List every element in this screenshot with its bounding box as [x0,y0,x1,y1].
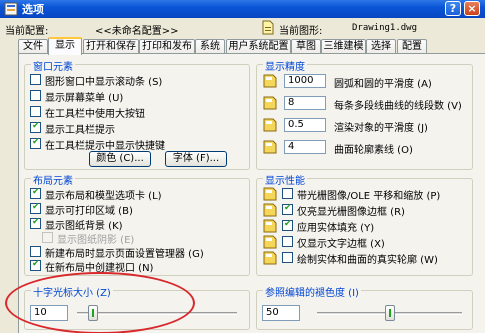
render-smoothness-label: 渲染对象的平滑度 (J) [334,123,428,134]
arc-smoothness-label: 圆弧和圆的平滑度 (A) [334,79,432,90]
checkbox-create-viewport[interactable] [30,259,41,271]
drawing-saved-setting-icon [263,74,277,88]
checkbox-page-setup-manager[interactable] [30,246,41,257]
tab-selection[interactable]: 选择 [366,39,396,54]
tab-system[interactable]: 系统 [195,39,225,54]
xref-fade-group: 参照编辑的褪色度 (I) 50 [256,284,473,330]
colors-button[interactable]: 颜色 (C)... [89,151,151,167]
label-text-boundary-frame: 仅显示文字边框 (X) [297,239,385,250]
crosshair-size-field[interactable]: 10 [30,305,68,321]
checkbox-tooltip-shortcuts[interactable] [30,137,41,149]
drawing-saved-setting-icon [263,96,277,110]
window-elements-title: 窗口元素 [31,58,75,73]
label-raster-ole-pan-zoom: 带光栅图像/OLE 平移和缩放 (P) [297,191,441,202]
tab-profiles[interactable]: 配置 [397,39,427,54]
contour-lines-field[interactable]: 4 [284,140,326,154]
display-resolution-group: 显示精度 1000 圆弧和圆的平滑度 (A) 8 每条多段线曲线的线段数 (V)… [256,58,473,170]
checkbox-raster-ole-pan-zoom[interactable] [282,188,293,199]
label-layout-model-tabs: 显示布局和模型选项卡 (L) [45,191,162,202]
label-apply-solid-fill: 应用实体填充 (Y) [297,223,375,234]
current-drawing-label: 当前图形: [279,26,323,37]
polyline-segments-label: 每条多段线曲线的线段数 (V) [334,101,462,112]
current-config-row: 当前配置: <<未命名配置>> 当前图形: Drawing1.dwg [0,18,485,38]
xref-fade-title: 参照编辑的褪色度 (I) [263,284,361,299]
crosshair-size-group: 十字光标大小 (Z) 10 [24,284,250,330]
display-performance-group: 显示性能 带光栅图像/OLE 平移和缩放 (P) 仅亮显光栅图像边框 (R) 应… [256,172,473,276]
label-tooltip-shortcuts: 在工具栏提示中显示快捷键 [45,141,165,152]
checkbox-text-boundary-frame[interactable] [282,236,293,247]
current-config-value: <<未命名配置>> [95,26,179,37]
display-resolution-title: 显示精度 [263,58,307,73]
render-smoothness-field[interactable]: 0.5 [284,118,326,132]
label-paper-background: 显示图纸背景 (K) [45,221,123,232]
polyline-segments-field[interactable]: 8 [284,96,326,110]
tab-display[interactable]: 显示 [48,37,82,55]
display-performance-title: 显示性能 [263,172,307,187]
checkbox-layout-model-tabs[interactable] [30,187,41,199]
checkbox-paper-shadow[interactable] [42,232,53,243]
current-drawing-value: Drawing1.dwg [352,23,418,33]
checkbox-printable-area[interactable] [30,202,41,214]
close-button[interactable]: × [464,1,480,16]
checkbox-large-buttons[interactable] [30,106,41,117]
layout-elements-title: 布局元素 [31,172,75,187]
crosshair-size-title: 十字光标大小 (Z) [31,284,113,299]
window-title: 选项 [22,3,44,16]
title-bar: 选项 ? × [0,0,485,18]
fonts-button[interactable]: 字体 (F)... [165,151,227,167]
drawing-saved-setting-icon [263,219,277,233]
drawing-saved-setting-icon [263,118,277,132]
layout-elements-group: 布局元素 显示布局和模型选项卡 (L) 显示可打印区域 (B) 显示图纸背景 (… [24,172,250,276]
label-create-viewport: 在新布局中创建视口 (N) [45,263,154,274]
drawing-file-icon [262,20,274,35]
crosshair-size-slider[interactable] [88,305,98,321]
options-window-icon [4,2,18,16]
contour-lines-label: 曲面轮廓素线 (O) [334,145,413,156]
xref-fade-slider[interactable] [384,305,395,321]
label-show-tooltips: 显示工具栏提示 [45,125,115,136]
drawing-saved-setting-icon [263,203,277,217]
drawing-saved-setting-icon [263,235,277,249]
tab-plot-publish[interactable]: 打印和发布 [139,39,195,54]
window-elements-group: 窗口元素 图形窗口中显示滚动条 (S) 显示屏幕菜单 (U) 在工具栏中使用大按… [24,58,250,170]
drawing-saved-setting-icon [263,187,277,201]
drawing-saved-setting-icon [263,251,277,265]
checkbox-highlight-raster-frame[interactable] [282,203,293,215]
checkbox-scroll-bars[interactable] [30,74,41,85]
label-large-buttons: 在工具栏中使用大按钮 [45,109,145,120]
label-scroll-bars: 图形窗口中显示滚动条 (S) [45,77,163,88]
tab-user-preferences[interactable]: 用户系统配置 [226,39,291,54]
label-highlight-raster-frame: 仅亮显光栅图像边框 (R) [297,207,405,218]
label-printable-area: 显示可打印区域 (B) [45,206,133,217]
checkbox-show-tooltips[interactable] [30,121,41,133]
crosshair-size-track [77,312,237,315]
tab-file[interactable]: 文件 [18,39,48,54]
help-button[interactable]: ? [445,1,461,16]
label-paper-shadow: 显示图纸阴影 (E) [57,235,135,246]
drawing-saved-setting-icon [263,140,277,154]
xref-fade-field[interactable]: 50 [262,305,300,321]
label-true-silhouettes: 绘制实体和曲面的真实轮廓 (W) [297,255,438,266]
tab-3d-modeling[interactable]: 三维建模 [321,39,366,54]
arc-smoothness-field[interactable]: 1000 [284,74,326,88]
checkbox-true-silhouettes[interactable] [282,252,293,263]
current-config-label: 当前配置: [5,26,49,37]
checkbox-screen-menu[interactable] [30,90,41,101]
tab-open-save[interactable]: 打开和保存 [83,39,139,54]
checkbox-apply-solid-fill[interactable] [282,219,293,231]
checkbox-paper-background[interactable] [30,217,41,229]
label-page-setup-manager: 新建布局时显示页面设置管理器 (G) [45,249,204,260]
label-screen-menu: 显示屏幕菜单 (U) [45,93,124,104]
tab-drafting[interactable]: 草图 [291,39,321,54]
